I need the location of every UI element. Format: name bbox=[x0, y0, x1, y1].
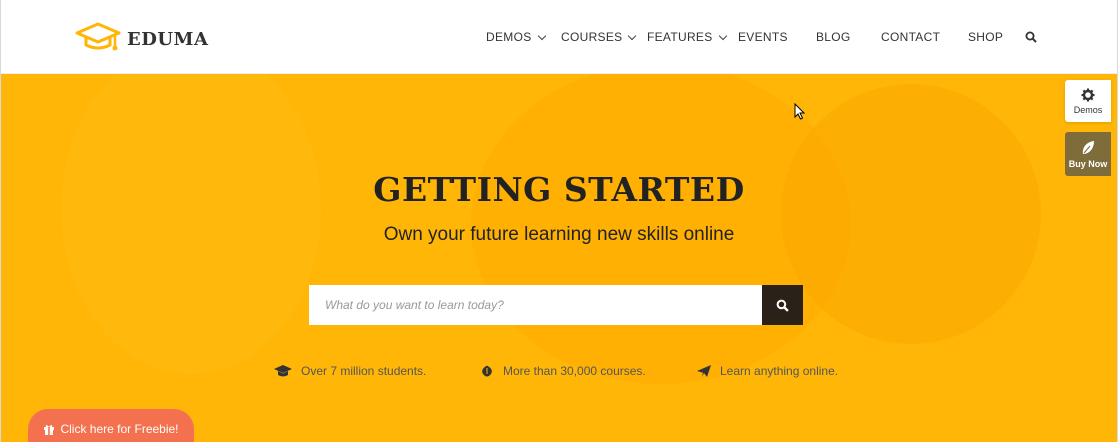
buy-now-label: Buy Now bbox=[1068, 158, 1108, 169]
hero-background-shape bbox=[781, 84, 1041, 344]
mouse-cursor-icon bbox=[794, 103, 806, 120]
stat-text: More than 30,000 courses. bbox=[503, 364, 646, 378]
nav-item-events[interactable]: EVENTS bbox=[738, 30, 788, 44]
nav-item-label: DEMOS bbox=[486, 30, 532, 44]
nav-item-label: SHOP bbox=[968, 30, 1004, 44]
browser-viewport: EDUMA DEMOS COURSES FEATURES EVENTS BLOG… bbox=[0, 0, 1118, 442]
hero-title: GETTING STARTED bbox=[373, 170, 745, 209]
search-input[interactable] bbox=[309, 285, 762, 325]
logo[interactable]: EDUMA bbox=[75, 22, 208, 57]
stat-text: Over 7 million students. bbox=[301, 364, 427, 378]
chevron-down-icon bbox=[718, 31, 727, 40]
nav-item-demos[interactable]: DEMOS bbox=[486, 30, 546, 44]
site-header: EDUMA DEMOS COURSES FEATURES EVENTS BLOG… bbox=[1, 0, 1117, 74]
freebie-label: Click here for Freebie! bbox=[60, 422, 179, 436]
leaf-icon bbox=[1082, 140, 1094, 154]
hero-subtitle: Own your future learning new skills onli… bbox=[383, 224, 735, 245]
freebie-button[interactable]: Click here for Freebie! bbox=[28, 409, 194, 442]
buy-now-button[interactable]: Buy Now bbox=[1065, 132, 1111, 176]
search-button[interactable] bbox=[762, 285, 803, 325]
nav-item-features[interactable]: FEATURES bbox=[647, 30, 727, 44]
stat-courses: More than 30,000 courses. bbox=[479, 364, 646, 378]
nav-item-blog[interactable]: BLOG bbox=[816, 30, 851, 44]
search-icon[interactable] bbox=[1025, 31, 1037, 43]
stat-learn: Learn anything online. bbox=[696, 364, 838, 378]
nav-item-shop[interactable]: SHOP bbox=[968, 30, 1003, 44]
gear-icon bbox=[1081, 88, 1095, 101]
graduation-cap-logo-icon bbox=[75, 22, 121, 57]
rebel-icon bbox=[481, 364, 493, 378]
chevron-down-icon bbox=[537, 31, 546, 40]
nav-item-label: CONTACT bbox=[881, 30, 941, 44]
course-search bbox=[309, 285, 803, 325]
chevron-down-icon bbox=[628, 31, 637, 40]
nav-item-label: FEATURES bbox=[647, 30, 713, 44]
stat-text: Learn anything online. bbox=[720, 364, 839, 378]
nav-item-label: COURSES bbox=[561, 30, 623, 44]
demos-widget-label: Demos bbox=[1073, 104, 1103, 115]
hero-section: GETTING STARTED Own your future learning… bbox=[1, 74, 1117, 442]
nav-item-courses[interactable]: COURSES bbox=[561, 30, 637, 44]
nav-item-label: BLOG bbox=[816, 30, 851, 44]
demos-widget-button[interactable]: Demos bbox=[1065, 80, 1111, 122]
nav-item-label: EVENTS bbox=[738, 30, 788, 44]
brand-name: EDUMA bbox=[127, 29, 209, 50]
graduation-cap-icon bbox=[274, 365, 292, 377]
gift-icon bbox=[44, 425, 55, 435]
nav-item-contact[interactable]: CONTACT bbox=[881, 30, 940, 44]
search-icon bbox=[776, 299, 789, 312]
stat-students: Over 7 million students. bbox=[273, 364, 426, 378]
paper-plane-icon bbox=[697, 365, 711, 377]
